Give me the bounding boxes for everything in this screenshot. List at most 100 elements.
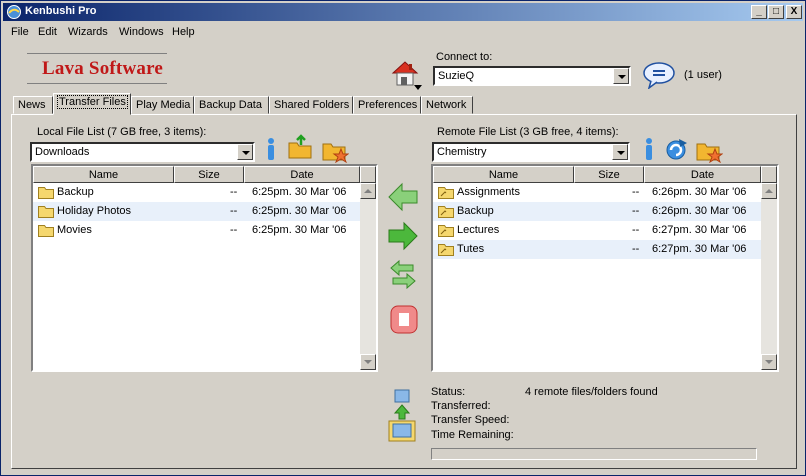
transferred-label: Transferred: <box>431 400 491 412</box>
user-count: (1 user) <box>684 69 722 81</box>
tab-backup-data[interactable]: Backup Data <box>194 96 269 114</box>
folder-icon <box>438 206 454 218</box>
close-button[interactable]: X <box>786 5 802 19</box>
menu-file[interactable]: File <box>11 26 29 38</box>
minimize-button[interactable]: _ <box>751 5 767 19</box>
folder-up-icon[interactable] <box>287 134 313 160</box>
remote-row[interactable]: Lectures -- 6:27pm. 30 Mar '06 <box>433 221 761 240</box>
tab-play-media-label: Play Media <box>136 99 191 111</box>
local-row[interactable]: Backup -- 6:25pm. 30 Mar '06 <box>33 183 360 202</box>
transfer-status-icon <box>388 389 416 442</box>
tab-preferences-label: Preferences <box>358 99 418 111</box>
remote-folder-select[interactable]: Chemistry <box>432 142 630 162</box>
connect-selected-value: SuzieQ <box>438 70 475 82</box>
folder-icon <box>38 225 54 237</box>
local-row-size: -- <box>230 224 238 236</box>
local-list-title: Local File List (7 GB free, 3 items): <box>37 126 207 138</box>
local-row[interactable]: Holiday Photos -- 6:25pm. 30 Mar '06 <box>33 202 360 221</box>
local-col-name[interactable]: Name <box>33 166 174 183</box>
local-col-date[interactable]: Date <box>244 166 360 183</box>
local-row-size: -- <box>230 205 238 217</box>
local-scrollbar[interactable] <box>360 183 376 370</box>
local-list-header: Name Size Date <box>33 166 360 183</box>
remote-row-size: -- <box>632 243 640 255</box>
chevron-down-icon[interactable] <box>237 144 253 160</box>
app-window: Kenbushi Pro _ □ X File Edit Wizards Win… <box>0 0 806 476</box>
local-row[interactable]: Movies -- 6:25pm. 30 Mar '06 <box>33 221 360 240</box>
remote-row[interactable]: Assignments -- 6:26pm. 30 Mar '06 <box>433 183 761 202</box>
tab-news[interactable]: News <box>13 96 53 114</box>
folder-icon <box>438 187 454 199</box>
scroll-down-button[interactable] <box>761 354 777 370</box>
remote-folder-value: Chemistry <box>437 146 487 158</box>
new-folder-icon[interactable] <box>695 137 723 163</box>
local-row-size: -- <box>230 186 238 198</box>
remote-col-name[interactable]: Name <box>433 166 574 183</box>
remote-row-date: 6:27pm. 30 Mar '06 <box>652 224 747 236</box>
maximize-button[interactable]: □ <box>768 5 784 19</box>
remote-row[interactable]: Tutes -- 6:27pm. 30 Mar '06 <box>433 240 761 259</box>
folder-icon <box>38 206 54 218</box>
logo-divider-top <box>27 53 167 54</box>
menu-windows[interactable]: Windows <box>119 26 164 38</box>
tab-transfer-files[interactable]: Transfer Files <box>53 93 131 115</box>
chat-icon[interactable] <box>643 61 677 89</box>
title-bar[interactable]: Kenbushi Pro _ □ X <box>3 3 803 21</box>
sync-arrows-icon[interactable] <box>389 259 417 289</box>
info-icon[interactable] <box>265 137 277 161</box>
remote-header-filler <box>761 166 777 183</box>
remote-row-size: -- <box>632 186 640 198</box>
stop-icon[interactable] <box>389 303 419 335</box>
remote-row-name: Lectures <box>457 224 500 236</box>
window-title: Kenbushi Pro <box>25 5 97 17</box>
remote-row-name: Backup <box>457 205 494 217</box>
brand-logo: Lava Software <box>42 58 163 79</box>
chevron-down-icon[interactable] <box>613 68 629 84</box>
tab-preferences[interactable]: Preferences <box>353 96 421 114</box>
remote-row[interactable]: Backup -- 6:26pm. 30 Mar '06 <box>433 202 761 221</box>
info-icon[interactable] <box>643 137 655 161</box>
remote-row-size: -- <box>632 224 640 236</box>
transfer-speed-label: Transfer Speed: <box>431 414 510 426</box>
scroll-up-button[interactable] <box>360 183 376 199</box>
remote-row-date: 6:27pm. 30 Mar '06 <box>652 243 747 255</box>
arrow-left-icon[interactable] <box>387 182 419 212</box>
local-folder-select[interactable]: Downloads <box>30 142 255 162</box>
tab-network[interactable]: Network <box>421 96 473 114</box>
tab-play-media[interactable]: Play Media <box>131 96 194 114</box>
remote-col-size[interactable]: Size <box>574 166 644 183</box>
folder-icon <box>438 244 454 256</box>
local-col-size[interactable]: Size <box>174 166 244 183</box>
remote-row-date: 6:26pm. 30 Mar '06 <box>652 186 747 198</box>
menu-wizards[interactable]: Wizards <box>68 26 108 38</box>
scroll-up-button[interactable] <box>761 183 777 199</box>
local-row-name: Movies <box>57 224 92 236</box>
connect-select[interactable]: SuzieQ <box>433 66 631 86</box>
arrow-right-icon[interactable] <box>387 221 419 251</box>
local-row-date: 6:25pm. 30 Mar '06 <box>252 205 347 217</box>
local-row-date: 6:25pm. 30 Mar '06 <box>252 186 347 198</box>
remote-file-list[interactable]: Name Size Date Assignments -- 6:26pm. 30… <box>431 164 779 372</box>
remote-row-size: -- <box>632 205 640 217</box>
home-icon[interactable] <box>391 59 423 91</box>
menu-bar: File Edit Wizards Windows Help <box>3 23 803 43</box>
chevron-down-icon[interactable] <box>612 144 628 160</box>
menu-edit[interactable]: Edit <box>38 26 57 38</box>
transfer-progress-bar <box>431 448 757 460</box>
remote-list-title: Remote File List (3 GB free, 4 items): <box>437 126 619 138</box>
scroll-down-button[interactable] <box>360 354 376 370</box>
tab-news-label: News <box>18 99 46 111</box>
time-remaining-label: Time Remaining: <box>431 429 514 441</box>
remote-scrollbar[interactable] <box>761 183 777 370</box>
refresh-icon[interactable] <box>663 137 689 161</box>
new-folder-icon[interactable] <box>321 137 349 163</box>
local-file-list[interactable]: Name Size Date Backup -- 6:25pm. 30 Mar … <box>31 164 378 372</box>
menu-help[interactable]: Help <box>172 26 195 38</box>
remote-list-header: Name Size Date <box>433 166 761 183</box>
remote-row-date: 6:26pm. 30 Mar '06 <box>652 205 747 217</box>
app-logo-icon <box>7 5 21 19</box>
logo-divider-bottom <box>27 83 167 84</box>
remote-col-date[interactable]: Date <box>644 166 761 183</box>
tab-shared-folders[interactable]: Shared Folders <box>269 96 353 114</box>
tab-shared-folders-label: Shared Folders <box>274 99 350 111</box>
